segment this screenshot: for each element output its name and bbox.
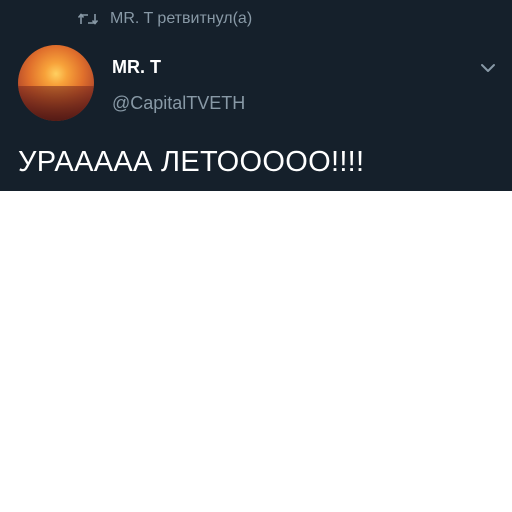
avatar[interactable] (18, 45, 94, 121)
author-handle[interactable]: @CapitalTVETH (112, 93, 245, 114)
retweet-label: MR. T ретвитнул(а) (110, 10, 253, 27)
tweet-card[interactable]: MR. T ретвитнул(а) MR. T @CapitalTVETH У… (0, 0, 512, 191)
author-name[interactable]: MR. T (112, 57, 161, 78)
retweet-indicator: MR. T ретвитнул(а) (78, 8, 252, 30)
tweet-text: УРААААА ЛЕТООООО!!!! (18, 146, 365, 178)
retweet-icon (78, 13, 98, 25)
avatar-horizon (18, 86, 94, 121)
chevron-down-icon[interactable] (478, 58, 498, 78)
